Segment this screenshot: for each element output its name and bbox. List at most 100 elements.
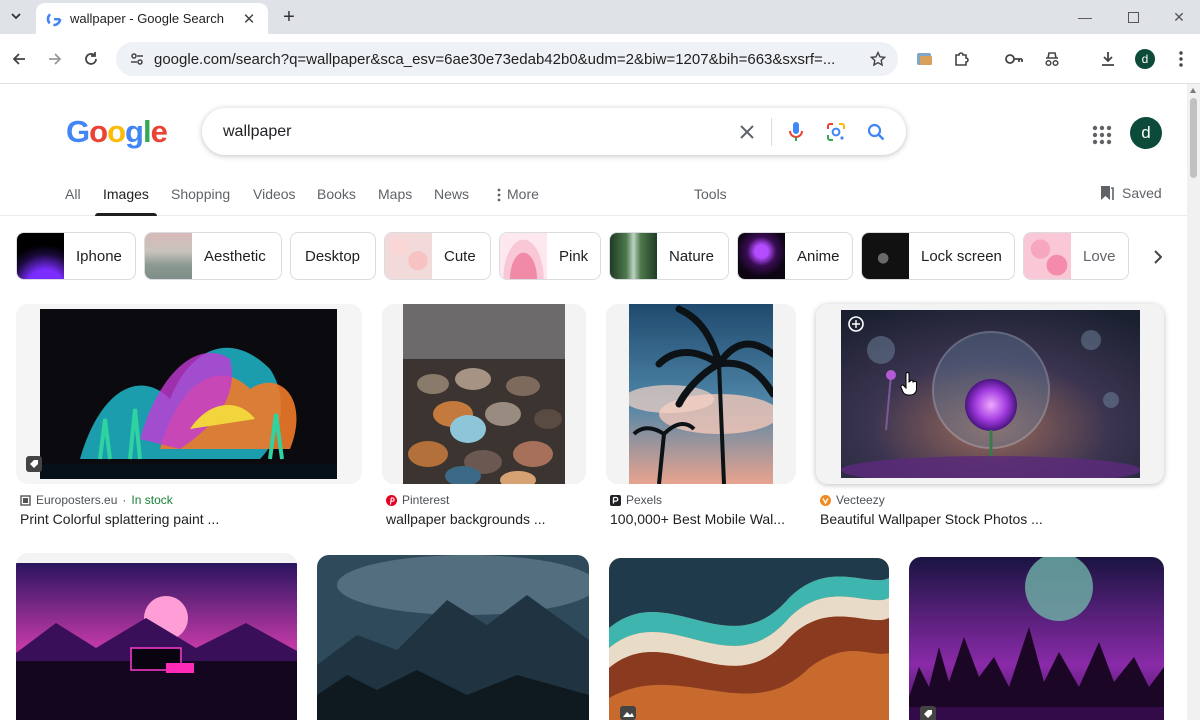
chip-thumbnail [385,233,432,279]
chips-next-chevron-icon[interactable] [1144,244,1170,270]
lens-search-icon[interactable] [816,112,856,152]
site-info-icon[interactable] [122,51,152,67]
chip-anime[interactable]: Anime [737,232,853,280]
chip-iphone[interactable]: Iphone [16,232,136,280]
result-source: Vecteezy [820,493,885,507]
tab-shopping[interactable]: Shopping [171,186,230,216]
pexels-icon [610,494,621,506]
chip-nature[interactable]: Nature [609,232,729,280]
chip-label: Desktop [305,247,361,265]
chip-thumbnail [500,233,547,279]
chip-pink[interactable]: Pink [499,232,601,280]
result-source: Pexels [610,493,662,507]
download-icon[interactable] [1096,47,1120,71]
tab-strip: wallpaper - Google Search ✕ + — ✕ [0,0,1200,34]
browser-tab-active[interactable]: wallpaper - Google Search ✕ [36,3,268,34]
maximize-icon[interactable] [1110,0,1156,34]
back-icon[interactable] [6,46,32,72]
result-source-name: Vecteezy [836,493,885,507]
result-image-frame [816,304,1164,484]
account-avatar[interactable]: d [1130,117,1162,149]
chip-thumbnail [862,233,909,279]
result-title[interactable]: 100,000+ Best Mobile Wal... [610,511,785,527]
chip-label: Cute [444,247,476,265]
result-image [16,563,297,720]
pinterest-icon [386,494,397,506]
reload-icon[interactable] [78,46,104,72]
chip-thumbnail [1024,233,1071,279]
chip-cute[interactable]: Cute [384,232,491,280]
chip-label: Love [1083,247,1116,265]
tools-button[interactable]: Tools [694,186,727,216]
extension-image-icon[interactable] [913,47,937,71]
password-key-icon[interactable] [1002,47,1026,71]
price-tag-icon [26,456,42,472]
image-type-icon [620,706,636,720]
tab-news[interactable]: News [434,186,469,216]
menu-dots-icon[interactable] [1169,47,1193,71]
vecteezy-overlay-icon [848,316,864,332]
logo-letter: o [107,114,126,149]
address-bar[interactable]: google.com/search?q=wallpaper&sca_esv=6a… [116,42,898,76]
tab-images[interactable]: Images [95,186,157,216]
tab-title: wallpaper - Google Search [70,11,224,26]
google-apps-icon[interactable] [1091,124,1113,146]
chip-love[interactable]: Love [1023,232,1129,280]
chip-lock-screen[interactable]: Lock screen [861,232,1015,280]
bookmark-star-icon[interactable] [858,51,898,67]
result-image-frame [606,304,796,484]
result-image [629,304,773,484]
search-submit-icon[interactable] [856,112,896,152]
tab-more-label: More [507,186,539,202]
result-title[interactable]: Print Colorful splattering paint ... [20,511,219,527]
forward-icon[interactable] [42,46,68,72]
new-tab-icon[interactable]: + [276,4,302,30]
browser-toolbar: google.com/search?q=wallpaper&sca_esv=6a… [0,34,1200,84]
profile-avatar[interactable]: d [1135,49,1155,69]
chip-aesthetic[interactable]: Aesthetic [144,232,282,280]
tab-search-icon[interactable] [4,5,28,27]
result-image-frame [609,558,889,720]
dot-separator: · [122,493,127,507]
saved-label: Saved [1122,185,1162,201]
result-image [609,558,889,720]
result-source-name: Pexels [626,493,663,507]
chip-desktop[interactable]: Desktop [290,232,376,280]
scrollbar-thumb[interactable] [1190,98,1197,178]
tab-more[interactable]: More [497,186,539,216]
result-image-frame [16,553,297,720]
tab-books[interactable]: Books [317,186,356,216]
europosters-favicon-icon [20,494,31,506]
result-title[interactable]: wallpaper backgrounds ... [386,511,546,527]
scroll-up-icon[interactable] [1190,88,1196,93]
chip-thumbnail [738,233,785,279]
minimize-icon[interactable]: — [1062,0,1108,34]
tab-close-icon[interactable]: ✕ [240,10,258,28]
tab-videos[interactable]: Videos [253,186,296,216]
result-source: Pinterest [386,493,449,507]
extensions-puzzle-icon[interactable] [950,47,974,71]
tab-maps[interactable]: Maps [378,186,412,216]
logo-letter: G [66,114,90,149]
saved-button[interactable]: Saved [1100,185,1162,201]
chip-thumbnail [610,233,657,279]
search-box[interactable]: wallpaper [202,108,906,155]
result-source: Europosters.eu · In stock [20,493,173,507]
logo-letter: o [89,114,108,149]
incognito-icon[interactable] [1040,47,1064,71]
result-title[interactable]: Beautiful Wallpaper Stock Photos ... [820,511,1043,527]
clear-search-icon[interactable] [727,112,767,152]
voice-search-icon[interactable] [776,112,816,152]
chip-label: Anime [797,247,840,265]
close-window-icon[interactable]: ✕ [1156,0,1200,34]
chip-label: Aesthetic [204,247,266,265]
search-input[interactable]: wallpaper [202,123,727,141]
logo-letter: g [125,114,144,149]
google-logo[interactable]: Google [66,114,168,150]
result-image [909,557,1164,720]
url-text[interactable]: google.com/search?q=wallpaper&sca_esv=6a… [154,51,858,68]
chip-thumbnail [145,233,192,279]
page-scrollbar[interactable] [1187,84,1200,720]
hand-cursor-icon [900,372,917,396]
tab-all[interactable]: All [65,186,81,216]
